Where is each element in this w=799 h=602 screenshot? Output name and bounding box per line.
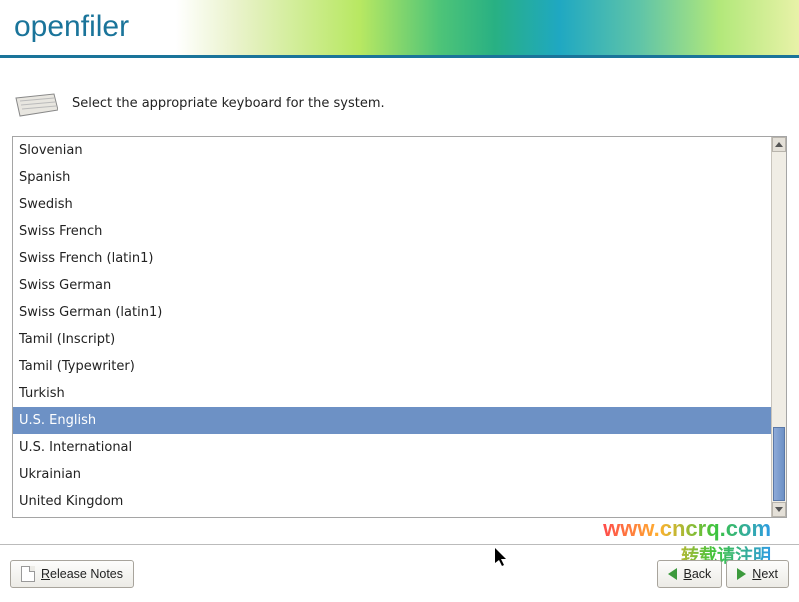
list-item[interactable]: Tamil (Typewriter) — [13, 353, 771, 380]
arrow-right-icon — [737, 568, 746, 580]
list-item[interactable]: U.S. English — [13, 407, 771, 434]
content-pane: Select the appropriate keyboard for the … — [0, 58, 799, 518]
scrollbar-thumb[interactable] — [773, 427, 785, 501]
next-label: Next — [752, 567, 778, 581]
keyboard-list[interactable]: SlovenianSpanishSwedishSwiss FrenchSwiss… — [12, 136, 787, 518]
list-item[interactable]: Swiss French — [13, 218, 771, 245]
document-icon — [21, 566, 35, 582]
arrow-left-icon — [668, 568, 677, 580]
release-notes-button[interactable]: Release Notes — [10, 560, 134, 588]
scroll-up-button[interactable] — [772, 137, 786, 152]
prompt-row: Select the appropriate keyboard for the … — [12, 88, 787, 118]
list-item[interactable]: Tamil (Inscript) — [13, 326, 771, 353]
list-item[interactable]: Spanish — [13, 164, 771, 191]
scroll-down-button[interactable] — [772, 502, 786, 517]
list-item[interactable]: Swedish — [13, 191, 771, 218]
list-item[interactable]: Swiss German (latin1) — [13, 299, 771, 326]
list-item[interactable]: Slovenian — [13, 137, 771, 164]
installer-header: openfiler — [0, 0, 799, 58]
back-label: Back — [683, 567, 711, 581]
list-item[interactable]: United Kingdom — [13, 488, 771, 515]
watermark-url: www.cncrq.com — [603, 516, 771, 542]
keyboard-icon — [12, 88, 58, 118]
footer: Release Notes Back Next — [0, 544, 799, 602]
list-item[interactable]: Swiss French (latin1) — [13, 245, 771, 272]
list-item[interactable]: U.S. International — [13, 434, 771, 461]
back-button[interactable]: Back — [657, 560, 722, 588]
prompt-text: Select the appropriate keyboard for the … — [72, 96, 385, 111]
scrollbar[interactable] — [771, 137, 786, 517]
release-notes-label: Release Notes — [41, 567, 123, 581]
list-item[interactable]: Ukrainian — [13, 461, 771, 488]
next-button[interactable]: Next — [726, 560, 789, 588]
list-item[interactable]: Swiss German — [13, 272, 771, 299]
list-item[interactable]: Turkish — [13, 380, 771, 407]
keyboard-list-viewport: SlovenianSpanishSwedishSwiss FrenchSwiss… — [13, 137, 771, 517]
openfiler-logo: openfiler — [14, 10, 129, 44]
